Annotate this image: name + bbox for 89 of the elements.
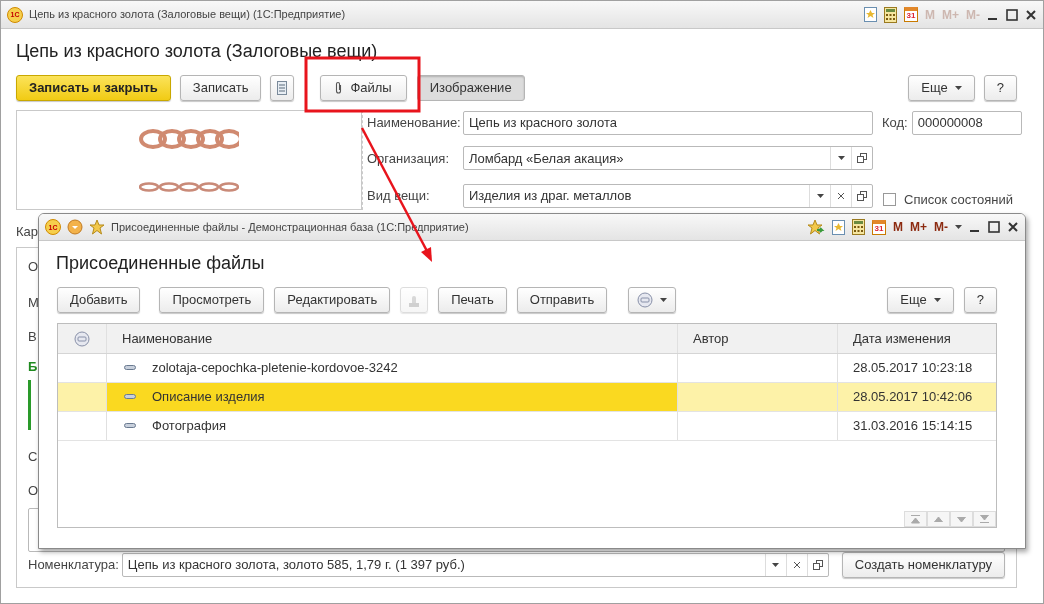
caret-icon <box>816 193 824 198</box>
caret-icon <box>933 298 941 302</box>
open-icon <box>857 153 867 164</box>
save-button[interactable]: Записать <box>179 75 262 101</box>
table-cell[interactable]: zolotaja-cepochka-pletenie-kordovoe-3242 <box>107 354 678 382</box>
dialog-heading: Присоединенные файлы <box>56 252 266 275</box>
paperclip-icon <box>335 81 344 95</box>
help-button[interactable]: ? <box>963 287 997 313</box>
file-icon <box>124 423 136 429</box>
memory-button[interactable]: M- <box>934 218 948 236</box>
star-arrow-icon[interactable] <box>807 219 825 235</box>
help-button[interactable]: ? <box>983 75 1017 101</box>
column-header[interactable]: Дата изменения <box>838 324 996 353</box>
view-button[interactable]: Просмотреть <box>159 287 265 313</box>
last-page-button[interactable] <box>973 511 996 527</box>
more-button[interactable]: Еще <box>908 75 975 101</box>
send-button[interactable]: Отправить <box>516 287 608 313</box>
group-bar <box>28 380 31 430</box>
section-label: Кар <box>16 224 39 239</box>
list-settings-icon <box>637 292 654 308</box>
dropdown-icon[interactable] <box>67 219 83 235</box>
group-title: Б <box>28 358 38 377</box>
checkbox-label: Список состояний <box>904 190 1014 209</box>
close-icon[interactable] <box>1007 221 1019 233</box>
form-title: Цепь из красного золота (Залоговые вещи) <box>16 40 379 63</box>
window-title: Цепь из красного золота (Залоговые вещи) (1С:Предприятие) <box>29 7 347 23</box>
field-label: Номенклатура: <box>28 556 119 575</box>
first-page-icon <box>911 514 920 524</box>
down-icon <box>957 516 966 522</box>
open-icon <box>812 560 823 570</box>
caret-icon <box>954 86 962 90</box>
document-icon <box>277 81 288 95</box>
table-cell-text: 28.05.2017 10:23:18 <box>852 359 974 378</box>
field-label: Наименование: <box>367 114 462 132</box>
column-header[interactable]: Наименование <box>107 324 678 353</box>
more-button[interactable]: Еще <box>887 287 954 313</box>
field-label: М <box>28 294 39 313</box>
input-field[interactable]: Ломбард «Белая акация» <box>463 146 873 171</box>
table-cell-text: 31.03.2016 15:14:15 <box>852 417 974 436</box>
up-icon <box>934 516 943 522</box>
checkbox[interactable] <box>883 193 896 206</box>
calendar-icon[interactable]: 31 <box>872 219 886 235</box>
input-field[interactable]: Изделия из драг. металлов <box>463 183 873 208</box>
caret-icon <box>837 156 845 161</box>
last-page-icon <box>980 515 989 523</box>
clear-icon <box>792 561 801 569</box>
field-label: С <box>28 448 38 467</box>
first-page-button[interactable] <box>904 511 927 527</box>
up-button[interactable] <box>927 511 950 527</box>
column-header[interactable]: Автор <box>678 324 838 353</box>
caret-icon[interactable] <box>955 225 962 229</box>
table-cell[interactable]: Описание изделия <box>107 383 678 411</box>
add-button[interactable]: Добавить <box>57 287 141 313</box>
memory-button[interactable]: M+ <box>910 218 927 236</box>
edit-button[interactable]: Редактировать <box>274 287 391 313</box>
maximize-icon[interactable] <box>1006 8 1018 21</box>
star-icon[interactable] <box>89 219 105 235</box>
field-label: Код: <box>882 114 908 132</box>
print-button[interactable]: Печать <box>438 287 507 313</box>
caret-icon <box>660 298 668 302</box>
close-icon[interactable] <box>1025 8 1037 21</box>
calculator-icon[interactable] <box>884 6 897 23</box>
list-button[interactable] <box>270 75 295 101</box>
bookmark-icon[interactable] <box>864 7 877 22</box>
field-label: О <box>28 482 39 501</box>
field-label: В <box>28 328 37 347</box>
maximize-icon[interactable] <box>988 221 1000 233</box>
bookmark-icon[interactable] <box>832 219 845 235</box>
memory-button[interactable]: M <box>893 218 903 236</box>
settings-menu-button[interactable] <box>628 287 677 313</box>
caret-icon <box>772 563 780 567</box>
open-icon <box>857 190 867 201</box>
input-field[interactable]: 000000008 <box>911 110 1022 135</box>
input-field[interactable]: Цепь из красного золота <box>463 110 873 135</box>
save-close-button[interactable]: Записать и закрыть <box>16 75 171 101</box>
calculator-icon[interactable] <box>852 219 865 235</box>
image-toggle-button[interactable]: Изображение <box>416 75 525 101</box>
create-button[interactable]: Создать номенклатуру <box>841 552 1005 578</box>
down-button[interactable] <box>950 511 973 527</box>
list-settings-icon[interactable] <box>74 330 90 347</box>
file-icon <box>124 394 136 400</box>
calendar-icon[interactable]: 31 <box>904 7 918 22</box>
input-field[interactable]: Цепь из красного золота, золото 585, 1,79 г. (1 397 руб.) <box>121 553 829 577</box>
file-icon <box>124 365 136 371</box>
tab[interactable]: О <box>28 257 39 277</box>
files-button[interactable]: Файлы <box>320 75 407 101</box>
clear-icon <box>837 191 845 200</box>
table-cell: 28.05.2017 10:42:06 <box>838 383 996 411</box>
table-cell[interactable]: Фотография <box>107 412 678 440</box>
